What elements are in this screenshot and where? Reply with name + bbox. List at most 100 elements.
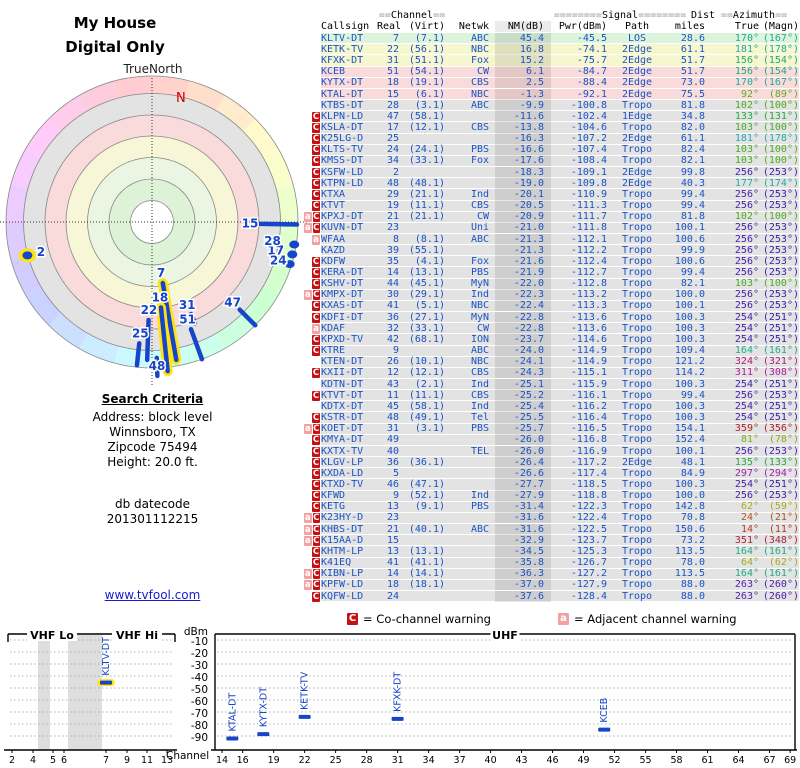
cell-real: 15 [386,534,399,546]
cell-real: 31 [386,423,399,435]
cell-miles: 100.1 [674,445,705,457]
cell-miles: 142.8 [674,501,705,513]
cell-pwr: -122.5 [570,523,607,535]
cell-nm: -25.5 [495,412,551,424]
cell-true-az: 181° [734,133,759,145]
radar-marker [134,341,142,368]
co-channel-warning-badge: C [312,156,320,167]
warning-marker-cell: a [304,323,321,334]
cell-path: Tropo [621,333,653,345]
cell-virt: (13.1) [408,545,445,557]
cell-callsign: KIBN-LP [321,568,364,580]
table-row: C KTVT 19 (11.1) CBS -20.5 -111.3 Tropo 99.4 256°… [304,200,800,212]
cell-path: Tropo [621,244,653,256]
cell-pwr: -127.2 [570,568,607,580]
cell-miles: 88.0 [680,579,705,591]
tvfool-link[interactable]: www.tvfool.com [105,588,201,602]
warning-marker-cell: C [304,468,321,479]
radar-marker-label: 15 [242,217,259,231]
cell-true-az: 254° [734,412,759,424]
cell-real: 32 [386,322,399,334]
cell-callsign: KPFW-LD [321,579,364,591]
cell-netwk: TEL [470,445,489,457]
cell-path: Tropo [621,345,653,357]
cell-netwk: MyN [470,311,489,323]
cell-path: 2Edge [621,456,653,468]
column-header-true: True [734,21,759,33]
cell-magn-az: (100°) [762,278,799,290]
warning-marker-cell: C [304,412,321,424]
cell-path: 2Edge [621,88,653,100]
cell-nm: -22.8 [495,311,551,323]
table-row: KTBS-DT 28 (3.1) ABC -9.9 -100.8 Tropo 81.8 102°… [304,99,800,112]
cell-pwr: -112.8 [570,278,607,290]
co-channel-warning-badge: C [312,346,320,357]
cell-magn-az: (100°) [762,211,799,223]
cell-true-az: 177° [734,177,759,189]
vhf-signal-chart: VHF Lo VHF Hi 2 4 5 6 7 9 11 13 KLTV-DT [4,628,177,766]
cell-path: Tropo [621,211,653,223]
warning-marker-cell [304,33,321,44]
co-channel-warning-badge: C [312,256,320,267]
table-row: C K41EQ 41 (41.1) -35.8 -126.7 Tropo 78.0 64° (62… [304,557,800,569]
cell-magn-az: (178°) [762,43,799,55]
cell-callsign: KHTM-LP [321,545,364,557]
cell-path: Tropo [621,311,653,323]
cell-miles: 75.5 [680,88,705,100]
cell-path: 2Edge [621,177,653,189]
chart-marker [391,716,404,721]
cell-nm: -22.8 [495,322,551,334]
cell-netwk: ABC [470,345,489,357]
cell-magn-az: (260°) [762,579,799,591]
warning-marker-cell: a [304,234,321,245]
warning-marker-cell [304,89,321,100]
cell-true-az: 181° [734,43,759,55]
table-row: KDTN-DT 43 (2.1) Ind -25.1 -115.9 Tropo 100.3 25… [304,378,800,391]
cell-virt: (6.1) [414,88,445,100]
cell-true-az: 256° [734,222,759,234]
cell-true-az: 256° [734,490,759,502]
adjacent-channel-warning-text: = Adjacent channel warning [574,612,737,626]
cell-path: Tropo [621,400,653,412]
cell-real: 18 [386,579,399,591]
column-header-nmdb: NM(dB) [495,21,551,33]
cell-callsign: WFAA [321,233,346,245]
cell-pwr: -111.3 [570,200,607,212]
cell-netwk: CBS [470,367,489,379]
cell-pwr: -88.4 [576,77,607,89]
cell-miles: 70.8 [680,512,705,524]
chart-x-tick-label: 16 [237,755,249,766]
cell-virt: (48.1) [408,177,445,189]
chart-title: UHF [492,629,518,642]
cell-miles: 99.4 [680,188,705,200]
column-header-pwrdbm: Pwr(dBm) [558,21,607,33]
cell-magn-az: (251°) [762,478,799,490]
cell-netwk: MyN [470,278,489,290]
table-row: C KXII-DT 12 (12.1) CBS -24.3 -115.1 Tropo 114.2… [304,367,800,379]
cell-real: 51 [386,66,399,78]
cell-nm: -23.7 [495,333,551,345]
cell-miles: 81.8 [680,99,705,111]
co-channel-warning-icon: C [347,613,358,625]
cell-callsign: KPXD-TV [321,333,364,345]
cell-pwr: -116.2 [570,400,607,412]
cell-true-az: 254° [734,400,759,412]
warning-marker-cell: aC [304,535,321,546]
adjacent-channel-warning-badge: a [312,234,320,245]
cell-real: 23 [386,222,399,234]
cell-magn-az: (89°) [768,88,799,100]
cell-nm: -27.9 [495,490,551,502]
warning-marker-cell [304,379,321,390]
cell-magn-az: (253°) [762,200,799,212]
cell-path: Tropo [621,467,653,479]
cell-virt: (55.1) [408,244,445,256]
co-channel-warning-badge: C [312,502,320,513]
cell-true-az: 170° [734,32,759,44]
cell-callsign: KHBS-DT [321,523,364,535]
chart-x-tick-label: 13 [161,755,173,766]
cell-miles: 99.4 [680,267,705,279]
cell-nm: -21.0 [495,222,551,234]
cell-path: Tropo [621,501,653,513]
cell-real: 22 [386,43,399,55]
warning-marker-cell: C [304,346,321,357]
